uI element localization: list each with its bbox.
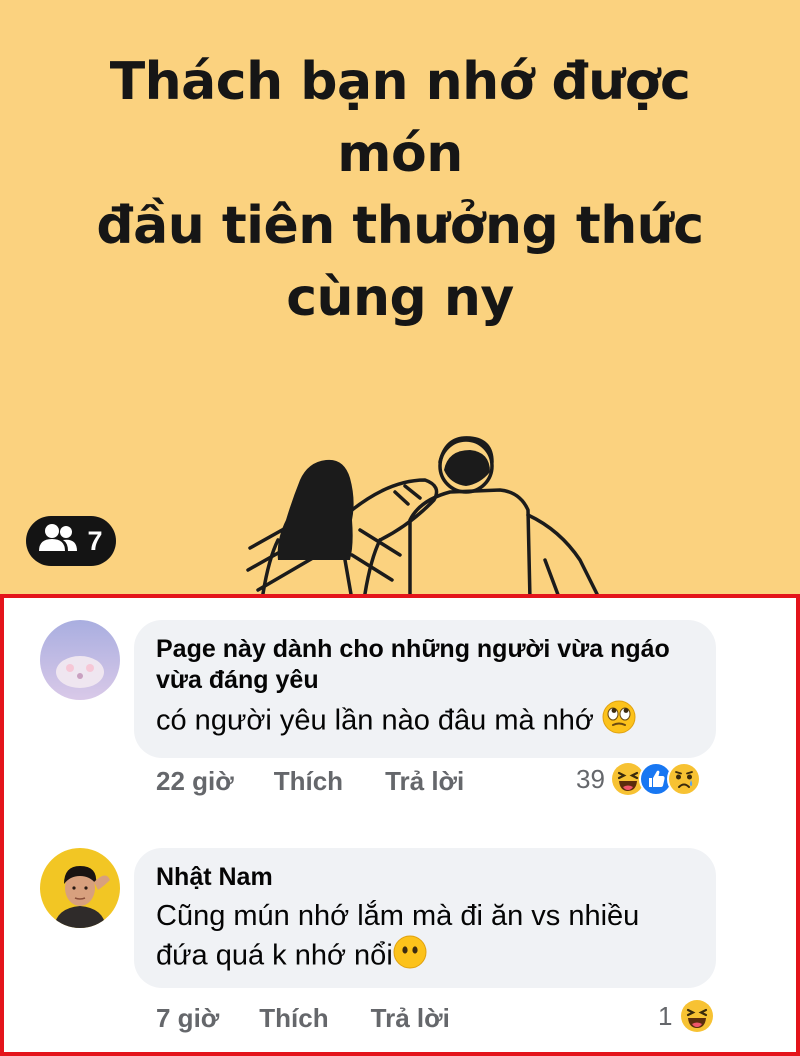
avatar-image: [40, 848, 120, 928]
comment-text-line-wrap: đứa quá k nhớ nổi: [156, 935, 694, 979]
comment-text-content: có người yêu lần nào đâu mà nhớ: [156, 704, 594, 737]
comment-actions: 7 giờ Thích Trả lời: [156, 1003, 450, 1034]
comment-actions: 22 giờ Thích Trả lời: [156, 766, 464, 797]
comment-author[interactable]: Page này dành cho những người vừa ngáo v…: [156, 634, 694, 696]
couple-illustration: [246, 436, 599, 594]
comments-section: Page này dành cho những người vừa ngáo v…: [0, 594, 800, 1056]
avatar-image: [40, 620, 120, 700]
reply-button[interactable]: Trả lời: [371, 1003, 450, 1034]
reaction-summary[interactable]: 1: [658, 999, 714, 1033]
comment-bubble[interactable]: Page này dành cho những người vừa ngáo v…: [134, 620, 716, 758]
reaction-summary[interactable]: 39: [576, 762, 701, 796]
comment-text-line: đứa quá k nhớ nổi: [156, 939, 393, 972]
participants-count: 7: [87, 525, 103, 556]
participants-badge[interactable]: 7: [26, 516, 116, 566]
like-button[interactable]: Thích: [259, 1003, 328, 1034]
comment-bubble[interactable]: Nhật Nam Cũng mún nhớ lắm mà đi ăn vs nh…: [134, 848, 716, 988]
reaction-count: 39: [576, 763, 605, 794]
comment-text: có người yêu lần nào đâu mà nhớ: [156, 700, 694, 744]
reaction-count: 1: [658, 1000, 673, 1031]
eye-roll-emoji-icon: [602, 700, 636, 744]
like-button[interactable]: Thích: [274, 766, 343, 797]
comment-author[interactable]: Nhật Nam: [156, 862, 694, 893]
sad-reaction-icon: [666, 762, 701, 796]
post-image[interactable]: Thách bạn nhớ được món đầu tiên thưởng t…: [0, 0, 800, 594]
comment-timestamp[interactable]: 22 giờ: [156, 766, 234, 797]
no-mouth-emoji-icon: [393, 935, 427, 979]
people-icon: [39, 523, 78, 560]
comment-text-line: Cũng mún nhớ lắm mà đi ăn vs nhiều: [156, 900, 640, 932]
avatar[interactable]: [40, 620, 120, 700]
haha-reaction-icon: [680, 999, 714, 1033]
avatar[interactable]: [40, 848, 120, 928]
reply-button[interactable]: Trả lời: [385, 766, 464, 797]
comment-text: Cũng mún nhớ lắm mà đi ăn vs nhiều đứa q…: [156, 897, 694, 979]
comment-timestamp[interactable]: 7 giờ: [156, 1003, 219, 1034]
